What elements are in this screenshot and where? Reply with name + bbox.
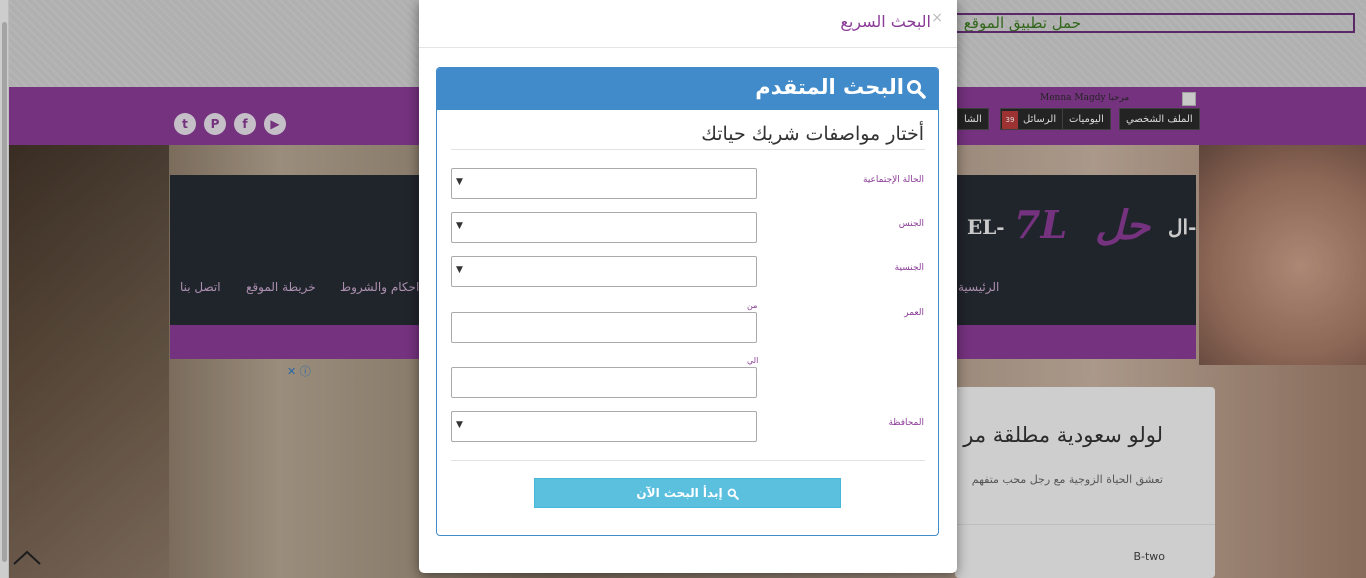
divider	[451, 460, 925, 461]
age-to-label: الي	[747, 356, 759, 365]
panel-subtitle: أختار مواصفات شريك حياتك	[701, 123, 924, 145]
modal-header: البحث السريع ×	[419, 0, 957, 48]
nationality-label: الجنسية	[894, 263, 924, 273]
gender-label: الجنس	[898, 219, 924, 229]
nationality-select[interactable]: ▼	[451, 256, 757, 287]
panel-title: البحث المتقدم	[755, 75, 904, 99]
age-from-input[interactable]	[451, 312, 757, 343]
modal-title: البحث السريع	[840, 12, 931, 31]
marital-status-select[interactable]: ▼	[451, 168, 757, 199]
panel-header: البحث المتقدم	[437, 68, 938, 110]
advanced-search-panel: البحث المتقدم أختار مواصفات شريك حياتك ا…	[436, 67, 939, 536]
age-to-input[interactable]	[451, 367, 757, 398]
search-icon	[727, 488, 739, 500]
search-icon	[907, 80, 926, 99]
age-label: العمر	[904, 308, 924, 318]
chevron-down-icon: ▼	[456, 177, 463, 187]
marital-status-label: الحالة الإجتماعية	[863, 175, 924, 185]
chevron-down-icon: ▼	[456, 265, 463, 275]
governorate-select[interactable]: ▼	[451, 411, 757, 442]
chevron-down-icon: ▼	[456, 221, 463, 231]
start-search-label: إبدأ البحث الآن	[636, 486, 723, 500]
gender-select[interactable]: ▼	[451, 212, 757, 243]
close-icon[interactable]: ×	[931, 10, 943, 26]
start-search-button[interactable]: إبدأ البحث الآن	[534, 478, 841, 508]
quick-search-modal: البحث السريع × البحث المتقدم أختار مواصف…	[419, 0, 957, 573]
chevron-down-icon: ▼	[456, 420, 463, 430]
age-from-label: من	[747, 301, 758, 310]
divider	[451, 149, 925, 150]
governorate-label: المحافظة	[888, 418, 924, 428]
